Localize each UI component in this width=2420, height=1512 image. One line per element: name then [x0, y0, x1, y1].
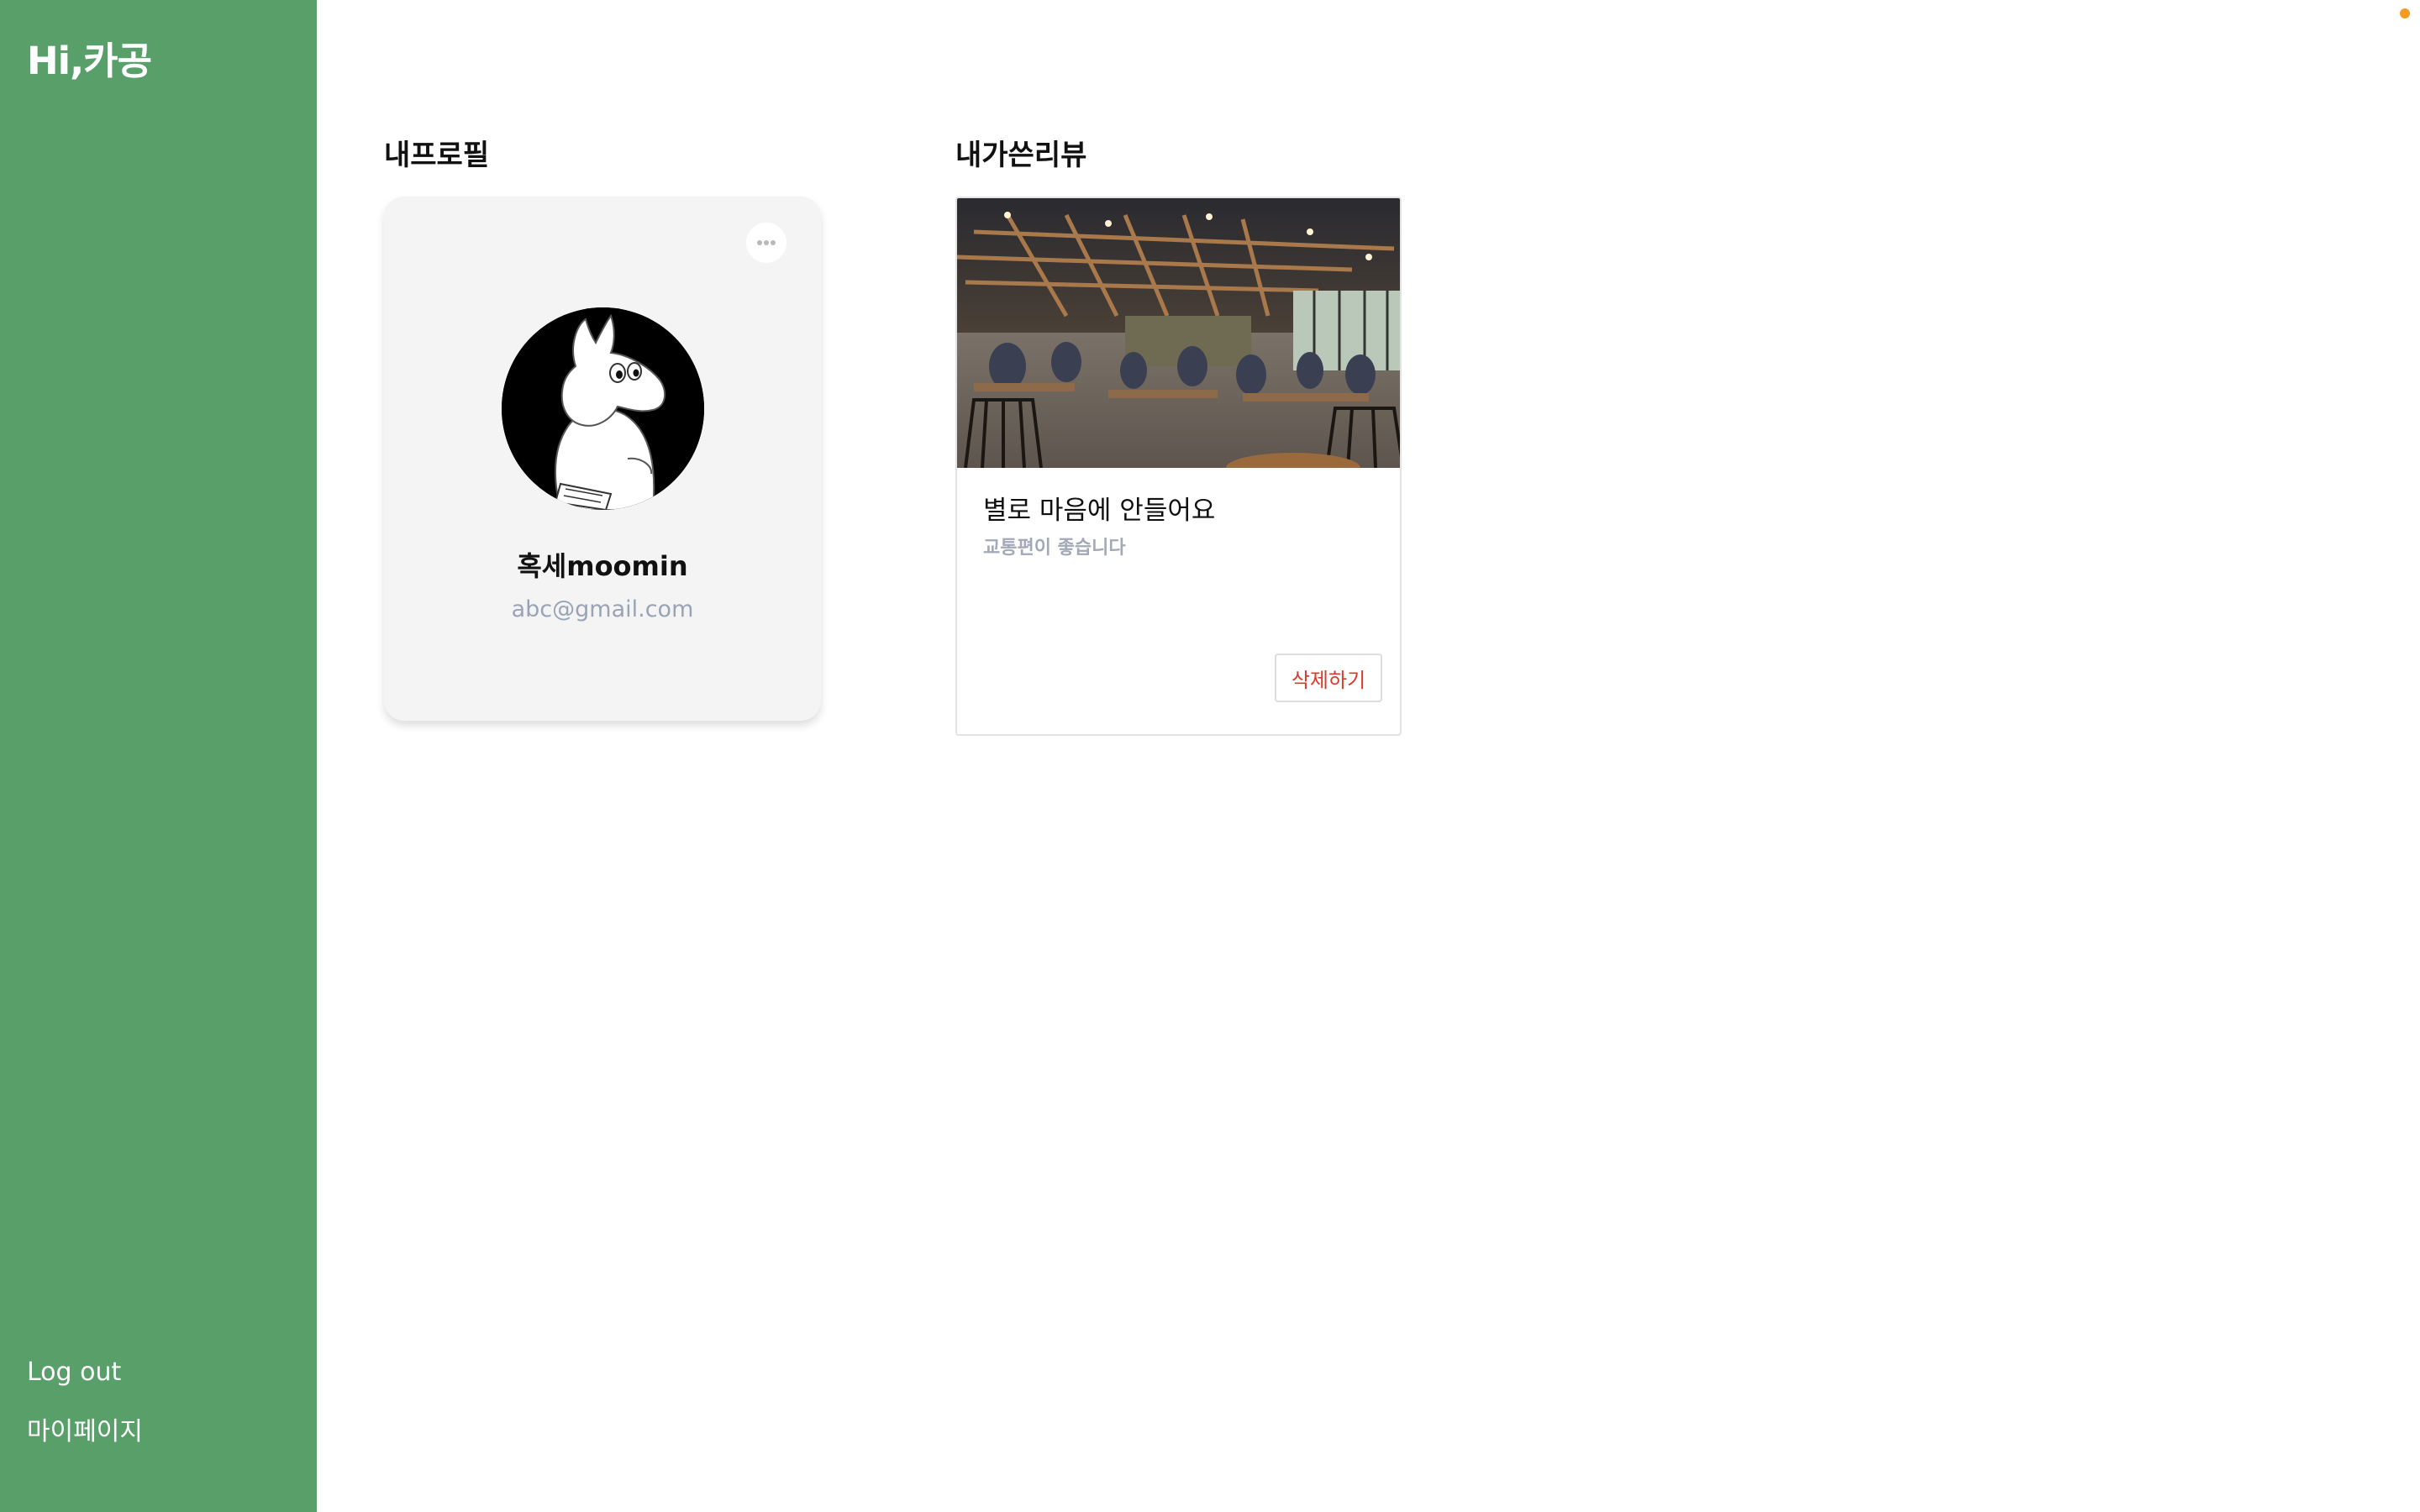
profile-email: abc@gmail.com	[511, 596, 694, 622]
mypage-link[interactable]: 마이페이지	[27, 1410, 143, 1447]
review-body: 교통편이 좋습니다	[983, 538, 1126, 559]
profile-section-title: 내프로필	[384, 139, 490, 172]
review-title: 별로 마음에 안들어요	[983, 496, 1216, 526]
notification-dot	[2400, 8, 2410, 18]
sidebar: Hi,카공 Log out 마이페이지	[0, 0, 317, 1512]
delete-review-button[interactable]: 삭제하기	[1275, 654, 1382, 702]
moomin-avatar-icon	[502, 307, 704, 510]
more-horizontal-icon	[757, 240, 776, 245]
more-options-button[interactable]	[746, 223, 786, 263]
review-card: 별로 마음에 안들어요 교통편이 좋습니다 삭제하기	[955, 197, 1402, 736]
reviews-section-title: 내가쓴리뷰	[955, 139, 1087, 172]
avatar	[502, 307, 704, 510]
logout-link[interactable]: Log out	[27, 1357, 121, 1387]
brand-logo[interactable]: Hi,카공	[27, 30, 152, 85]
profile-name: 혹세moomin	[517, 550, 688, 582]
app-root: Hi,카공 Log out 마이페이지 내프로필 내가쓴리뷰 혹세moomin …	[0, 0, 2420, 1512]
cafe-interior-photo	[957, 198, 1400, 468]
profile-card: 혹세moomin abc@gmail.com	[384, 197, 821, 721]
